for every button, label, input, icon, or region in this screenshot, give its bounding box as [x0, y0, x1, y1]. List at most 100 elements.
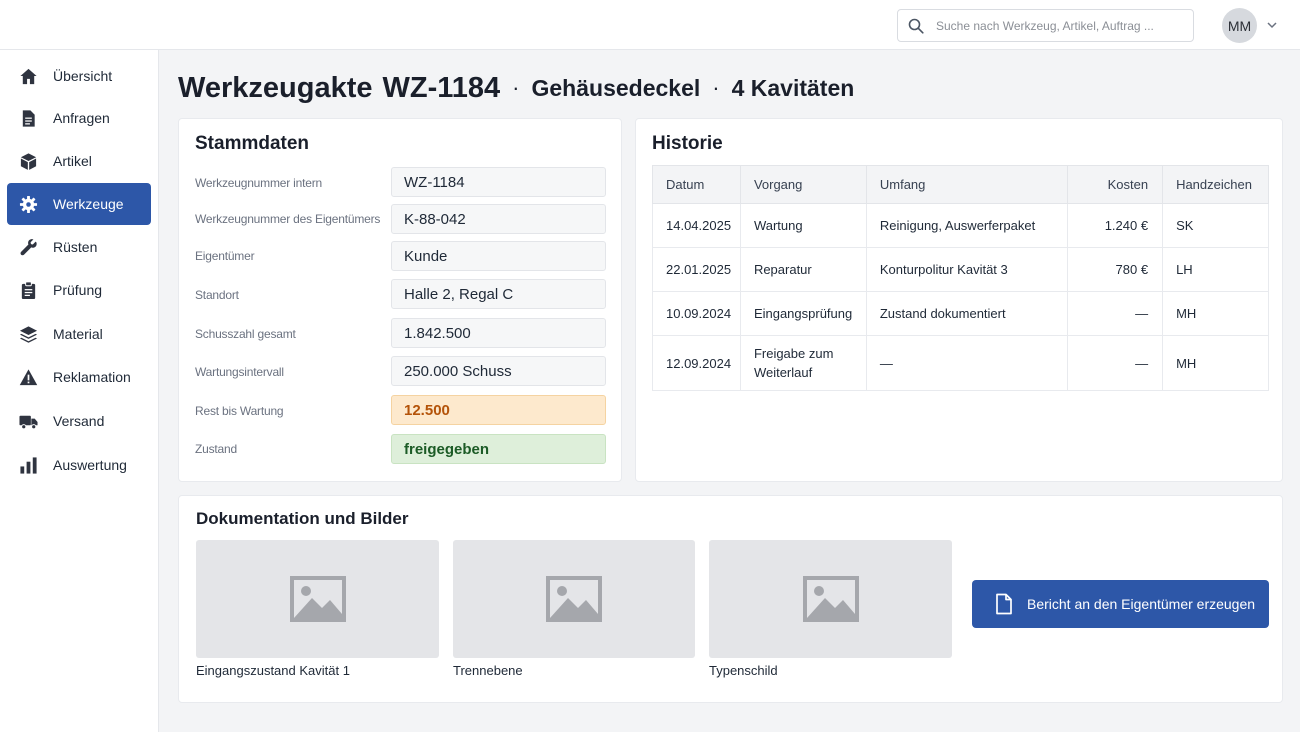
- column-header-handzeichen[interactable]: Handzeichen: [1162, 165, 1269, 204]
- sidebar-item-auswertung[interactable]: Auswertung: [7, 444, 151, 486]
- search-icon: [908, 18, 924, 34]
- search-box[interactable]: [897, 9, 1194, 42]
- sidebar: Übersicht Anfragen Artikel Werkzeuge Rüs…: [0, 50, 159, 732]
- field-label: Wartungsintervall: [195, 365, 284, 379]
- stammdaten-title: Stammdaten: [195, 133, 310, 154]
- image-thumbnail[interactable]: [196, 540, 439, 658]
- image-placeholder-icon: [289, 576, 346, 622]
- sidebar-item-werkzeuge[interactable]: Werkzeuge: [7, 183, 151, 225]
- field-werkzeugnummer-eigentuemer: K-88-042: [391, 204, 606, 234]
- cell-umfang: Zustand dokumentiert: [865, 291, 1069, 336]
- warning-icon: [18, 367, 38, 387]
- field-label: Werkzeugnummer des Eigentümers: [195, 212, 381, 226]
- sidebar-item-reklamation[interactable]: Reklamation: [7, 356, 151, 398]
- field-eigentuemer: Kunde: [391, 241, 606, 271]
- page-title-part-name: Gehäusedeckel: [531, 74, 701, 101]
- field-label: Zustand: [195, 442, 237, 456]
- sidebar-item-versand[interactable]: Versand: [7, 400, 151, 442]
- search-input[interactable]: [936, 18, 1176, 33]
- field-standort: Halle 2, Regal C: [391, 279, 606, 309]
- chevron-down-icon[interactable]: [1266, 20, 1278, 30]
- table-row[interactable]: 10.09.2024 Eingangsprüfung Zustand dokum…: [652, 291, 1269, 336]
- cell-kosten: 1.240 €: [1067, 203, 1164, 248]
- layers-icon: [18, 324, 38, 344]
- table-row[interactable]: 12.09.2024 Freigabe zum Weiterlauf — — M…: [652, 335, 1269, 391]
- cell-kosten: —: [1067, 291, 1164, 336]
- title-separator: ·: [512, 75, 520, 100]
- image-caption: Trennebene: [453, 663, 523, 678]
- column-header-umfang[interactable]: Umfang: [865, 165, 1069, 204]
- cell-umfang: —: [865, 335, 1069, 391]
- sidebar-item-label: Anfragen: [53, 110, 110, 126]
- user-avatar[interactable]: MM: [1222, 8, 1257, 43]
- field-schusszahl-gesamt: 1.842.500: [391, 318, 606, 348]
- sidebar-item-uebersicht[interactable]: Übersicht: [7, 55, 151, 97]
- cell-datum: 22.01.2025: [652, 247, 741, 292]
- sidebar-item-anfragen[interactable]: Anfragen: [7, 97, 151, 139]
- field-label: Schusszahl gesamt: [195, 327, 296, 341]
- image-caption: Eingangszustand Kavität 1: [196, 663, 350, 678]
- field-label: Rest bis Wartung: [195, 404, 284, 418]
- image-thumbnail[interactable]: [453, 540, 695, 658]
- column-header-kosten[interactable]: Kosten: [1067, 165, 1164, 204]
- page-title-main: Werkzeugakte: [178, 71, 373, 104]
- historie-card: Historie Datum Vorgang Umfang Kosten Han…: [635, 118, 1283, 482]
- table-row[interactable]: 22.01.2025 Reparatur Konturpolitur Kavit…: [652, 247, 1269, 292]
- cell-vorgang: Wartung: [739, 203, 867, 248]
- document-icon: [18, 108, 38, 128]
- historie-title: Historie: [652, 133, 723, 154]
- box-icon: [18, 151, 38, 171]
- title-separator: ·: [712, 75, 720, 100]
- top-bar: MM: [0, 0, 1300, 50]
- image-thumbnail[interactable]: [709, 540, 952, 658]
- column-header-datum[interactable]: Datum: [652, 165, 741, 204]
- field-label: Werkzeugnummer intern: [195, 176, 322, 190]
- cell-handzeichen: SK: [1162, 203, 1269, 248]
- dokumentation-title: Dokumentation und Bilder: [196, 509, 409, 528]
- cell-umfang: Reinigung, Auswerferpaket: [865, 203, 1069, 248]
- cell-datum: 12.09.2024: [652, 335, 741, 391]
- cell-handzeichen: MH: [1162, 291, 1269, 336]
- wrench-icon: [18, 237, 38, 257]
- sidebar-item-material[interactable]: Material: [7, 313, 151, 355]
- cell-kosten: —: [1067, 335, 1164, 391]
- gear-icon: [18, 194, 38, 214]
- dokumentation-card: Dokumentation und Bilder Eingangszustand…: [178, 495, 1283, 703]
- stammdaten-card: Stammdaten Werkzeugnummer intern WZ-1184…: [178, 118, 622, 482]
- image-placeholder-icon: [802, 576, 859, 622]
- truck-icon: [18, 411, 38, 431]
- image-placeholder-icon: [546, 576, 602, 622]
- cell-datum: 14.04.2025: [652, 203, 741, 248]
- column-header-vorgang[interactable]: Vorgang: [739, 165, 867, 204]
- field-zustand-badge: freigegeben: [391, 434, 606, 464]
- field-label: Eigentümer: [195, 249, 255, 263]
- cell-vorgang: Eingangsprüfung: [739, 291, 867, 336]
- field-rest-bis-wartung: 12.500: [391, 395, 606, 425]
- sidebar-item-label: Artikel: [53, 153, 92, 169]
- page-title-cavities: 4 Kavitäten: [731, 74, 855, 101]
- cell-handzeichen: LH: [1162, 247, 1269, 292]
- table-header-row: Datum Vorgang Umfang Kosten Handzeichen: [652, 165, 1269, 204]
- clipboard-icon: [18, 280, 38, 300]
- page-title: Werkzeugakte WZ-1184 · Gehäusedeckel · 4…: [178, 68, 854, 108]
- bar-chart-icon: [18, 455, 38, 475]
- field-label: Standort: [195, 288, 239, 302]
- table-row[interactable]: 14.04.2025 Wartung Reinigung, Auswerferp…: [652, 203, 1269, 248]
- field-wartungsintervall: 250.000 Schuss: [391, 356, 606, 386]
- sidebar-item-ruesten[interactable]: Rüsten: [7, 226, 151, 268]
- sidebar-item-label: Rüsten: [53, 239, 98, 255]
- sidebar-item-artikel[interactable]: Artikel: [7, 140, 151, 182]
- home-icon: [18, 66, 38, 86]
- historie-table: Datum Vorgang Umfang Kosten Handzeichen …: [652, 165, 1269, 391]
- cell-vorgang: Reparatur: [739, 247, 867, 292]
- cell-handzeichen: MH: [1162, 335, 1269, 391]
- cell-datum: 10.09.2024: [652, 291, 741, 336]
- sidebar-item-pruefung[interactable]: Prüfung: [7, 269, 151, 311]
- sidebar-item-label: Material: [53, 326, 103, 342]
- sidebar-item-label: Werkzeuge: [53, 196, 124, 212]
- generate-report-button[interactable]: Bericht an den Eigentümer erzeugen: [972, 580, 1269, 628]
- image-caption: Typenschild: [709, 663, 778, 678]
- sidebar-item-label: Auswertung: [53, 457, 127, 473]
- cell-kosten: 780 €: [1067, 247, 1164, 292]
- sidebar-item-label: Prüfung: [53, 282, 103, 298]
